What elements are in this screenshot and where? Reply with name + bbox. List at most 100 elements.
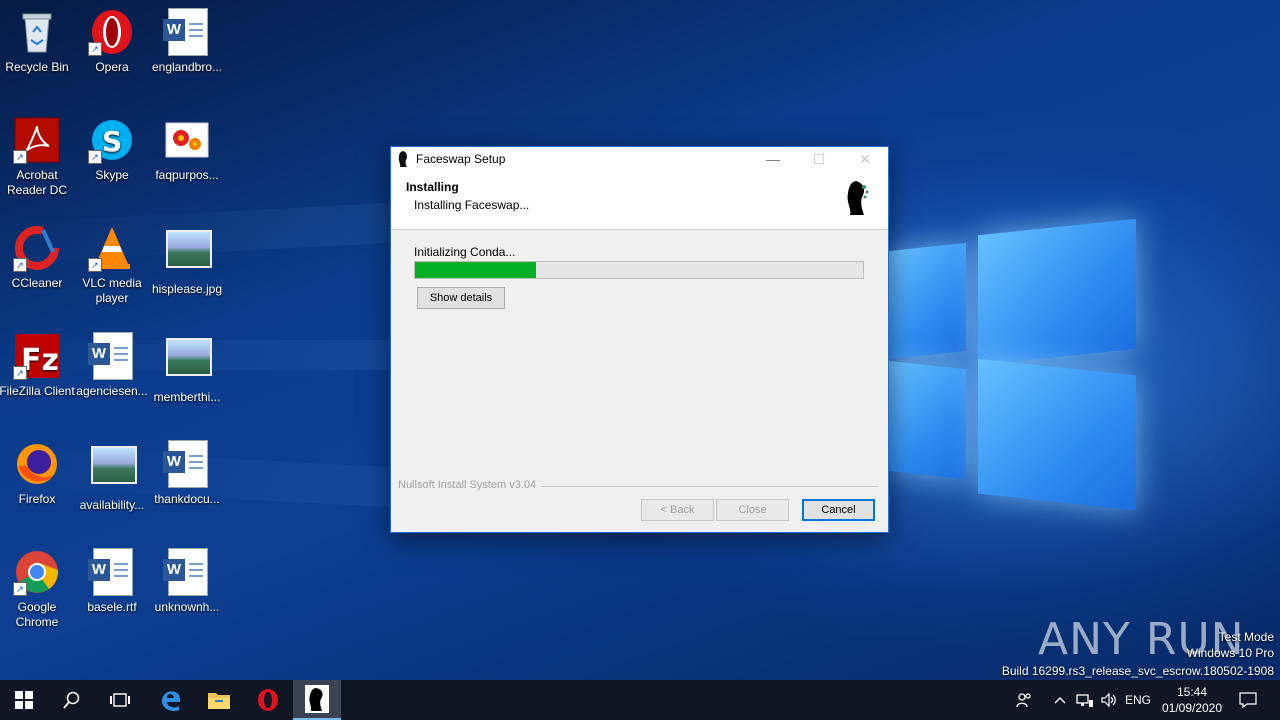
desktop-icon-vlc[interactable]: ↗ VLC media player <box>74 224 150 306</box>
task-view-icon <box>110 693 130 707</box>
header-title: Installing <box>406 180 459 194</box>
firefox-icon <box>13 440 61 488</box>
shortcut-arrow-icon: ↗ <box>13 366 27 380</box>
nsis-branding: Nullsoft Install System v3.04 <box>398 479 537 491</box>
desktop-icon-skype[interactable]: S ↗ Skype <box>74 116 150 183</box>
desktop-icon-label: faqpurpos... <box>155 168 219 182</box>
install-progress-bar <box>414 261 864 279</box>
desktop-icon-ccleaner[interactable]: ↗ CCleaner <box>0 224 75 291</box>
desktop-icon-firefox[interactable]: Firefox <box>0 440 75 507</box>
taskbar-opera[interactable] <box>244 680 292 720</box>
show-hidden-icons-button[interactable] <box>1050 680 1070 720</box>
desktop-icon-thankdocu[interactable]: W thankdocu... <box>149 440 225 507</box>
desktop-icon-agenciesen[interactable]: W agenciesen... <box>74 332 150 399</box>
clock-date: 01/09/2020 <box>1161 701 1223 715</box>
faceswap-app-icon <box>398 151 407 167</box>
volume-button[interactable] <box>1098 680 1120 720</box>
search-icon <box>63 691 80 709</box>
shortcut-arrow-icon: ↗ <box>88 150 102 164</box>
shortcut-arrow-icon: ↗ <box>13 582 27 596</box>
taskbar-faceswap-setup[interactable] <box>293 680 341 720</box>
skype-icon: S ↗ <box>88 116 136 164</box>
shortcut-arrow-icon: ↗ <box>13 258 27 272</box>
desktop-icon-label: Recycle Bin <box>5 60 69 74</box>
acrobat-reader-icon: ↗ <box>13 116 61 164</box>
opera-icon <box>258 689 278 711</box>
show-details-button[interactable]: Show details <box>417 287 505 309</box>
volume-icon <box>1101 692 1116 708</box>
wallpaper-pane <box>888 242 966 360</box>
desktop-icon-opera[interactable]: ↗ Opera <box>74 8 150 75</box>
minimize-button[interactable]: — <box>750 147 796 171</box>
recycle-bin-icon <box>13 8 61 56</box>
wallpaper-pane <box>888 360 966 480</box>
search-button[interactable] <box>48 680 96 720</box>
faceswap-setup-dialog: Faceswap Setup — ☐ ✕ Installing Installi… <box>390 146 889 533</box>
desktop-icon-unknownh[interactable]: W unknownh... <box>149 548 225 615</box>
image-file-icon <box>163 116 211 164</box>
desktop-icon-availability[interactable]: availability... <box>74 440 150 513</box>
word-document-icon: W <box>88 548 136 596</box>
clock[interactable]: 15:44 01/09/2020 <box>1158 680 1226 720</box>
desktop-icon-chrome[interactable]: ↗ Google Chrome <box>0 548 75 630</box>
desktop-icon-acrobat-reader[interactable]: ↗ Acrobat Reader DC <box>0 116 75 198</box>
start-button[interactable] <box>0 680 48 720</box>
word-document-icon: W <box>163 548 211 596</box>
word-document-icon: W <box>163 440 211 488</box>
desktop-icon-label: Firefox <box>18 492 56 506</box>
desktop-icon-memberthi[interactable]: memberthi... <box>149 332 225 405</box>
language-indicator[interactable]: ENG <box>1124 680 1152 720</box>
svg-text:S: S <box>102 125 122 158</box>
dialog-title: Faceswap Setup <box>416 152 506 166</box>
install-status-text: Initializing Conda... <box>414 245 516 259</box>
maximize-button[interactable]: ☐ <box>796 147 842 171</box>
desktop-icon-recycle-bin[interactable]: Recycle Bin <box>0 8 75 75</box>
dialog-body: Initializing Conda... Show details Nulls… <box>391 230 888 532</box>
cancel-button[interactable]: Cancel <box>802 499 875 521</box>
desktop-icon-label: unknownh... <box>154 600 220 614</box>
taskbar: ENG 15:44 01/09/2020 <box>0 680 1280 720</box>
image-file-icon <box>163 338 212 386</box>
clock-time: 15:44 <box>1176 685 1208 699</box>
dialog-header: Installing Installing Faceswap... <box>391 171 888 230</box>
desktop-icon-englandbro[interactable]: W englandbro... <box>149 8 225 75</box>
desktop-icon-label: FileZilla Client <box>0 384 75 398</box>
faceswap-app-icon <box>305 685 329 713</box>
progress-fill <box>415 262 536 278</box>
dialog-titlebar[interactable]: Faceswap Setup — ☐ ✕ <box>391 147 888 171</box>
desktop-icon-filezilla[interactable]: Fz ↗ FileZilla Client <box>0 332 75 399</box>
desktop-icon-label: thankdocu... <box>154 492 220 506</box>
ccleaner-icon: ↗ <box>13 224 61 272</box>
filezilla-icon: Fz ↗ <box>13 332 61 380</box>
desktop-icon-label: Google Chrome <box>15 600 59 629</box>
shortcut-arrow-icon: ↗ <box>13 150 27 164</box>
opera-icon: ↗ <box>88 8 136 56</box>
desktop-icon-label: availability... <box>79 498 145 512</box>
close-button[interactable]: Close <box>716 499 789 521</box>
desktop-icon-label: hisplease.jpg <box>151 282 223 296</box>
shortcut-arrow-icon: ↗ <box>88 258 102 272</box>
action-center-button[interactable] <box>1234 680 1262 720</box>
people-button[interactable] <box>1012 680 1036 720</box>
back-button[interactable]: < Back <box>641 499 714 521</box>
desktop-icon-faqpurpos[interactable]: faqpurpos... <box>149 116 225 183</box>
network-icon <box>1076 694 1093 707</box>
desktop-icon-basele[interactable]: W basele.rtf <box>74 548 150 615</box>
shortcut-arrow-icon: ↗ <box>88 42 102 56</box>
network-button[interactable] <box>1074 680 1096 720</box>
word-document-icon: W <box>88 332 136 380</box>
desktop-icon-label: CCleaner <box>11 276 63 290</box>
taskbar-file-explorer[interactable] <box>195 680 243 720</box>
desktop-icon-label: memberthi... <box>153 390 221 404</box>
windows-start-icon <box>15 691 33 709</box>
notification-icon <box>1239 692 1257 708</box>
watermark-build: Build 16299.rs3_release_svc_escrow.18050… <box>1001 664 1274 678</box>
vlc-icon: ↗ <box>88 224 136 272</box>
close-window-button[interactable]: ✕ <box>842 147 888 171</box>
wallpaper-pane <box>978 358 1136 511</box>
desktop-icon-hisplease[interactable]: hisplease.jpg <box>149 224 225 297</box>
faceswap-logo-icon <box>847 181 869 215</box>
task-view-button[interactable] <box>96 680 144 720</box>
header-subtitle: Installing Faceswap... <box>414 198 530 212</box>
taskbar-edge[interactable] <box>147 680 195 720</box>
